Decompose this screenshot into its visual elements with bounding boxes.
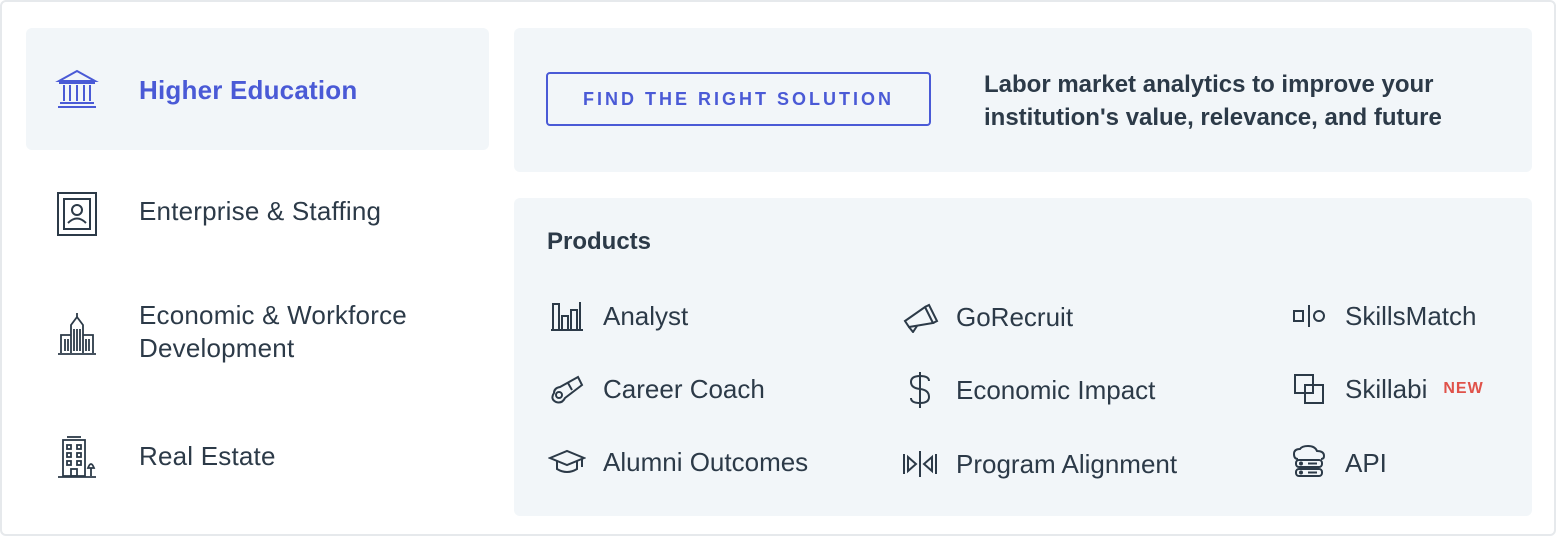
product-link-api[interactable]: API: [1289, 443, 1387, 483]
sidebar-item-label: Economic & Workforce Development: [139, 300, 407, 363]
cloud-server-icon: [1289, 443, 1329, 483]
product-label: API: [1345, 447, 1387, 478]
megaphone-icon: [900, 297, 940, 337]
product-link-skillsmatch[interactable]: SkillsMatch: [1289, 296, 1476, 336]
align-arrows-icon: [900, 444, 940, 484]
product-link-career-coach[interactable]: Career Coach: [547, 369, 765, 409]
product-label: Alumni Outcomes: [603, 446, 809, 477]
product-link-economic-impact[interactable]: Economic Impact: [900, 370, 1155, 410]
product-link-program-alignment[interactable]: Program Alignment: [900, 444, 1177, 484]
bar-chart-icon: [547, 296, 587, 336]
sidebar-item-label: Higher Education: [139, 75, 358, 105]
match-icon: [1289, 296, 1329, 336]
product-link-gorecruit[interactable]: GoRecruit: [900, 297, 1073, 337]
products-title: Products: [547, 228, 652, 255]
sidebar-item-economic-workforce[interactable]: Economic & Workforce Development: [26, 283, 489, 383]
product-label: GoRecruit: [956, 301, 1074, 332]
product-label: Economic Impact: [956, 374, 1156, 405]
dollar-icon: [900, 370, 940, 410]
product-label: Program Alignment: [956, 448, 1178, 479]
overlap-squares-icon: [1289, 369, 1329, 409]
product-label: Skillabi: [1345, 373, 1428, 404]
product-link-alumni-outcomes[interactable]: Alumni Outcomes: [547, 442, 808, 482]
new-badge: NEW: [1443, 380, 1484, 397]
apartment-building-icon: [54, 434, 100, 480]
hero-panel: FIND THE RIGHT SOLUTION Labor market ana…: [514, 28, 1532, 172]
sidebar-item-label: Real Estate: [139, 441, 276, 471]
building-columns-icon: [54, 66, 100, 112]
product-link-skillabi[interactable]: Skillabi NEW: [1289, 369, 1484, 409]
sidebar-item-enterprise-staffing[interactable]: Enterprise & Staffing: [26, 173, 489, 253]
mega-menu: Higher Education Enterprise & Staffing E…: [0, 0, 1556, 536]
product-link-analyst[interactable]: Analyst: [547, 296, 688, 336]
sidebar-item-real-estate[interactable]: Real Estate: [26, 418, 489, 498]
id-portrait-icon: [54, 191, 100, 237]
sidebar-item-higher-education[interactable]: Higher Education: [26, 28, 489, 150]
product-label: Analyst: [603, 300, 689, 331]
product-label: Career Coach: [603, 373, 765, 404]
graduation-cap-icon: [547, 442, 587, 482]
whistle-icon: [547, 369, 587, 409]
hero-tagline: Labor market analytics to improve your i…: [984, 71, 1442, 131]
city-skyline-icon: [54, 311, 100, 357]
product-label: SkillsMatch: [1345, 300, 1477, 331]
products-panel: Products Analyst Career Coach Alumni Out…: [514, 198, 1532, 516]
find-solution-button[interactable]: FIND THE RIGHT SOLUTION: [546, 72, 931, 126]
sidebar-item-label: Enterprise & Staffing: [139, 196, 382, 226]
